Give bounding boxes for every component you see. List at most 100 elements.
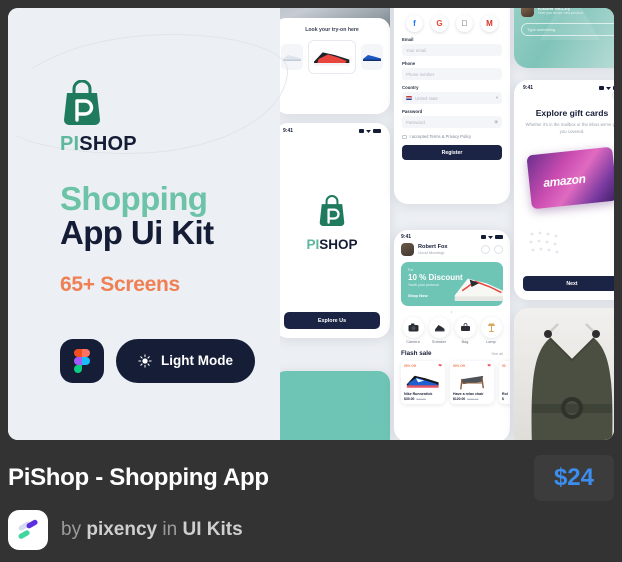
sneaker-icon bbox=[283, 55, 302, 61]
apple-icon[interactable]:  bbox=[456, 15, 473, 33]
flash-sale-title: Flash sale bbox=[401, 350, 432, 357]
product-card[interactable]: 50 Rol $ bbox=[499, 361, 510, 404]
close-icon[interactable]: × bbox=[612, 91, 614, 100]
search-icon[interactable] bbox=[481, 245, 490, 254]
avatar bbox=[401, 243, 414, 256]
chat-input[interactable]: Type something... bbox=[521, 23, 614, 36]
product-price: $30.00 bbox=[404, 397, 415, 401]
category-label: Camera bbox=[406, 340, 420, 344]
status-bar: 9:41 bbox=[523, 83, 614, 91]
product-name: Nike Runnerdick bbox=[404, 392, 433, 396]
category-item[interactable]: Camera bbox=[401, 317, 425, 344]
light-mode-button[interactable]: Light Mode bbox=[116, 338, 255, 383]
category-item[interactable]: Bag bbox=[453, 317, 477, 344]
chat-user-row: Khaoer McCoy How you all ser new product bbox=[521, 8, 614, 17]
register-submit-button[interactable]: Register bbox=[402, 145, 502, 161]
tryon-shoe-carousel bbox=[281, 40, 384, 74]
sneaker-icon bbox=[428, 317, 450, 338]
product-price: $120.00 bbox=[453, 397, 466, 401]
product-card[interactable]: ❤ 50% Off Have a relax chair $120.00 $24… bbox=[450, 361, 494, 404]
author-name[interactable]: pixency bbox=[86, 519, 157, 540]
giftcards-next-button[interactable]: Next bbox=[523, 276, 614, 291]
product-name: Have a relax chair bbox=[453, 392, 484, 396]
battery-icon bbox=[613, 86, 614, 90]
splash-explore-button[interactable]: Explore Us bbox=[284, 312, 380, 329]
figma-button[interactable] bbox=[60, 338, 104, 383]
country-label: Country bbox=[402, 85, 419, 91]
signal-icon bbox=[599, 86, 604, 90]
terms-label: I accepted Terms & Privacy Policy bbox=[409, 134, 472, 140]
category-item[interactable]: Sneaker bbox=[427, 317, 451, 344]
product-discount: 50 bbox=[502, 364, 506, 368]
user-name: Robert Fox bbox=[418, 243, 448, 250]
hero-title-line2: App Ui Kit bbox=[60, 214, 214, 252]
category-item[interactable]: Lamp bbox=[479, 317, 503, 344]
product-listing-page: PISHOP Shopping App Ui Kit 65+ Screens L… bbox=[0, 0, 622, 562]
signal-icon bbox=[481, 235, 486, 239]
heart-icon[interactable]: ❤ bbox=[487, 363, 491, 369]
category-link[interactable]: UI Kits bbox=[182, 519, 242, 540]
signal-icon bbox=[359, 129, 364, 133]
sneaker-icon bbox=[314, 52, 350, 66]
product-card[interactable]: ❤ 50% Off Nike Runnerdick $30.00 $70.00 bbox=[401, 361, 445, 404]
mockups-collage: Look your try-on here 9:41 PISHOP Explor… bbox=[270, 8, 614, 440]
chair-icon bbox=[460, 375, 484, 390]
sneaker-icon bbox=[406, 375, 439, 388]
tryon-thumb-right[interactable] bbox=[360, 44, 384, 70]
author-avatar[interactable] bbox=[8, 510, 48, 550]
flash-sale-header: Flash sale See all bbox=[401, 350, 503, 357]
byline-by: by bbox=[61, 519, 82, 540]
tryon-thumb-active[interactable] bbox=[308, 40, 356, 74]
phone-field[interactable]: Phone number bbox=[402, 68, 502, 81]
product-preview-card[interactable]: PISHOP Shopping App Ui Kit 65+ Screens L… bbox=[8, 8, 614, 440]
mockup-chat-screen: Khaoer McCoy How you all ser new product… bbox=[514, 8, 614, 68]
status-time: 9:41 bbox=[283, 128, 294, 134]
battery-icon bbox=[373, 129, 381, 133]
battery-icon bbox=[495, 235, 503, 239]
splash-shop: SHOP bbox=[319, 237, 358, 252]
status-icons bbox=[359, 129, 381, 133]
heart-icon[interactable]: ❤ bbox=[438, 363, 442, 369]
bell-icon[interactable] bbox=[494, 245, 503, 254]
product-discount: 50% Off bbox=[404, 364, 416, 368]
status-icons bbox=[599, 86, 614, 90]
google-icon[interactable]: G bbox=[431, 15, 448, 33]
email-label: Email bbox=[402, 37, 414, 43]
category-label: Lamp bbox=[486, 340, 496, 344]
email-placeholder: Your email bbox=[406, 47, 427, 53]
terms-row[interactable]: I accepted Terms & Privacy Policy bbox=[402, 134, 502, 139]
pixency-logo-icon bbox=[18, 519, 38, 539]
us-flag-icon bbox=[406, 96, 412, 101]
product-list: ❤ 50% Off Nike Runnerdick $30.00 $70.00 … bbox=[401, 361, 510, 404]
byline: by pixency in UI Kits bbox=[61, 519, 243, 541]
facebook-icon[interactable]: f bbox=[406, 15, 423, 33]
category-label: Bag bbox=[461, 340, 469, 344]
phone-label: Phone bbox=[402, 61, 416, 67]
wordmark-shop: SHOP bbox=[79, 133, 137, 155]
splash-pi: PI bbox=[306, 237, 320, 252]
promo-banner[interactable]: For 10 % Discount Youth your protocol Sh… bbox=[401, 262, 503, 306]
camera-icon bbox=[402, 317, 424, 338]
chat-input-placeholder: Type something... bbox=[527, 27, 559, 32]
eye-icon[interactable]: ◉ bbox=[494, 119, 498, 125]
avatar bbox=[521, 8, 534, 17]
carousel-dots[interactable]: • bbox=[401, 309, 503, 314]
country-select[interactable]: United state ▾ bbox=[402, 92, 502, 105]
social-login-row: f G  M bbox=[406, 15, 498, 33]
wifi-icon bbox=[606, 87, 611, 90]
status-bar: 9:41 bbox=[401, 232, 503, 240]
mockup-register-screen: Register Please enter your email or regi… bbox=[394, 8, 510, 204]
register-subtitle: Please enter your email or register with… bbox=[402, 8, 502, 9]
user-header: Robert Fox Good Morning! bbox=[401, 243, 503, 256]
terms-checkbox[interactable] bbox=[402, 134, 407, 140]
email-field[interactable]: Your email bbox=[402, 44, 502, 57]
password-field[interactable]: Password ◉ bbox=[402, 116, 502, 129]
amazon-gift-card[interactable]: amazon bbox=[526, 146, 614, 210]
product-image bbox=[502, 369, 510, 390]
product-meta: PiShop - Shopping App $24 by pixency in … bbox=[0, 448, 622, 562]
gmail-icon[interactable]: M bbox=[481, 15, 498, 33]
price-badge[interactable]: $24 bbox=[533, 455, 614, 501]
product-name: Rol bbox=[502, 392, 508, 396]
flash-sale-see-all[interactable]: See all bbox=[491, 352, 503, 356]
pishop-bag-logo-icon bbox=[64, 80, 100, 125]
